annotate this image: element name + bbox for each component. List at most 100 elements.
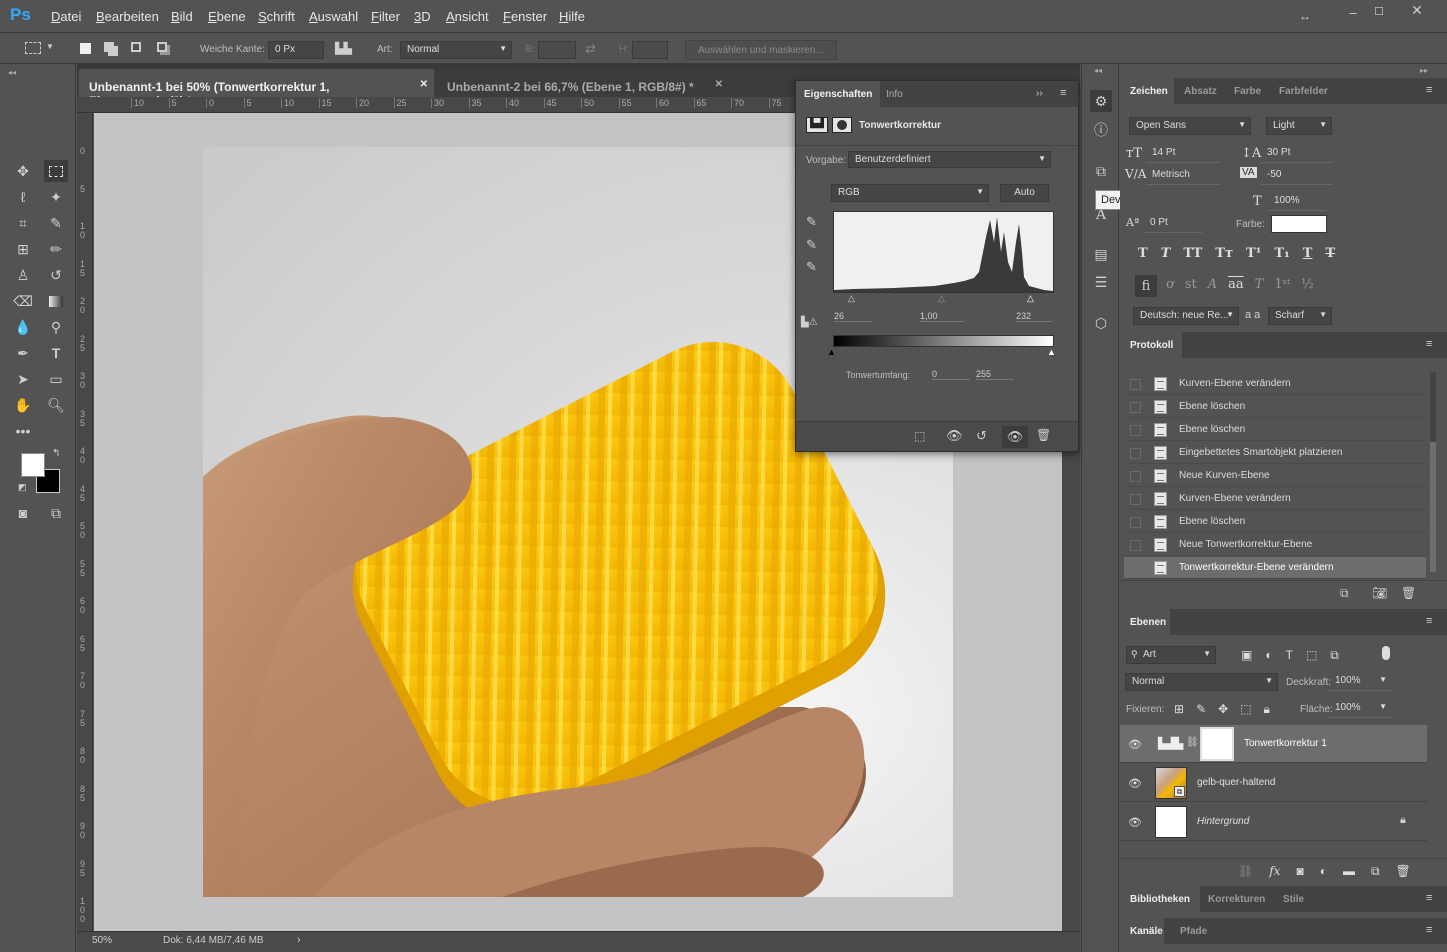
- output-white-value[interactable]: 255: [976, 369, 1014, 380]
- width-input[interactable]: [538, 41, 576, 59]
- small-caps-icon[interactable]: Tт: [1215, 246, 1233, 261]
- brush-tool-icon[interactable]: ✏: [44, 238, 68, 260]
- panel-menu-icon[interactable]: ≡: [1060, 87, 1066, 99]
- baseline-input[interactable]: 0 Pt: [1144, 215, 1202, 233]
- input-gray-slider-handle[interactable]: △: [938, 293, 945, 304]
- input-black-value[interactable]: 26: [834, 311, 872, 322]
- swash-icon[interactable]: st: [1185, 277, 1197, 292]
- black-eyedropper-icon[interactable]: ✎: [806, 214, 817, 230]
- marquee-tool-icon[interactable]: [44, 160, 68, 182]
- arrange-icon[interactable]: ↔: [1296, 9, 1314, 23]
- layer-row[interactable]: 👁︎ Hintergrund 🔒︎: [1120, 803, 1427, 841]
- document-size[interactable]: Dok: 6,44 MB/7,46 MB: [163, 935, 264, 946]
- close-tab-icon[interactable]: ✕: [420, 79, 428, 90]
- height-input[interactable]: [632, 41, 668, 59]
- gradient-tool-icon[interactable]: [44, 290, 68, 312]
- tab-protokoll[interactable]: Protokoll: [1130, 340, 1173, 351]
- new-layer-icon[interactable]: ⧉: [1371, 864, 1380, 879]
- tab-eigenschaften[interactable]: Eigenschaften: [796, 81, 881, 107]
- new-selection-icon[interactable]: [80, 43, 91, 54]
- filter-toggle-icon[interactable]: [1382, 646, 1390, 660]
- link-layers-icon[interactable]: ⛓: [1238, 864, 1253, 879]
- menu-3d[interactable]: 3D: [414, 9, 431, 24]
- auto-button[interactable]: Auto: [1000, 184, 1049, 202]
- menu-schrift[interactable]: Schrift: [258, 9, 295, 24]
- white-eyedropper-icon[interactable]: ✎: [806, 259, 817, 275]
- zoom-level[interactable]: 50%: [92, 935, 112, 946]
- preset-select[interactable]: Benutzerdefiniert ▼: [848, 151, 1051, 168]
- history-item[interactable]: Ebene löschen: [1124, 511, 1426, 533]
- trash-icon[interactable]: 🗑︎: [1036, 428, 1051, 442]
- lock-all-icon[interactable]: 🔒︎: [1264, 702, 1270, 717]
- add-selection-icon[interactable]: [104, 42, 114, 52]
- tab-pfade[interactable]: Pfade: [1180, 926, 1207, 937]
- type-tool-icon[interactable]: T: [44, 342, 68, 364]
- opacity-input[interactable]: 100% ▼: [1329, 673, 1391, 691]
- swap-colors-icon[interactable]: ↰: [52, 448, 60, 459]
- ornaments-icon[interactable]: T: [1255, 277, 1264, 292]
- history-brush-tool-icon[interactable]: ↺: [44, 264, 68, 286]
- gray-eyedropper-icon[interactable]: ✎: [806, 237, 817, 253]
- layer-mask-thumbnail[interactable]: [1200, 727, 1234, 761]
- paragraph-dock-icon[interactable]: ▤: [1090, 243, 1112, 265]
- output-black-slider-handle[interactable]: ▲: [827, 347, 836, 357]
- collapse-icon[interactable]: ◂◂: [8, 68, 16, 77]
- history-item[interactable]: Ebene löschen: [1124, 419, 1426, 441]
- tab-absatz[interactable]: Absatz: [1184, 86, 1217, 97]
- healing-tool-icon[interactable]: ⊞: [11, 238, 35, 260]
- new-group-icon[interactable]: ▬: [1343, 864, 1355, 879]
- style-select[interactable]: Normal ▼: [400, 41, 512, 59]
- trash-icon[interactable]: 🗑︎: [1396, 864, 1411, 879]
- clip-to-layer-icon[interactable]: ⬚: [914, 429, 925, 443]
- select-mask-button[interactable]: Auswählen und maskieren...: [685, 40, 837, 60]
- tab-unbenannt-1[interactable]: Unbenannt-1 bei 50% (Tonwertkorrektur 1,…: [79, 69, 434, 108]
- visibility-eye-icon[interactable]: 👁︎: [1128, 816, 1142, 829]
- input-black-slider-handle[interactable]: △: [848, 293, 855, 304]
- menu-ansicht[interactable]: Ansicht: [446, 9, 489, 24]
- pen-tool-icon[interactable]: ✒: [11, 342, 35, 364]
- leading-input[interactable]: 30 Pt: [1261, 145, 1333, 163]
- close-tab-icon[interactable]: ✕: [715, 79, 723, 90]
- ligatures-icon[interactable]: ﬁ: [1135, 275, 1157, 297]
- history-item-active[interactable]: Tonwertkorrektur-Ebene verändern: [1124, 557, 1426, 579]
- layer-name[interactable]: Tonwertkorrektur 1: [1244, 738, 1327, 749]
- trash-icon[interactable]: 🗑︎: [1401, 586, 1416, 600]
- hand-tool-icon[interactable]: ✋: [11, 394, 35, 416]
- close-icon[interactable]: ✕: [1408, 2, 1426, 18]
- superscript-icon[interactable]: T¹: [1246, 246, 1261, 261]
- tab-ebenen[interactable]: Ebenen: [1130, 617, 1166, 628]
- font-family-select[interactable]: Open Sans ▼: [1129, 117, 1251, 135]
- info-dock-icon[interactable]: ⓘ: [1090, 119, 1112, 141]
- expand-icon[interactable]: ››: [1036, 88, 1043, 99]
- tab-korrekturen[interactable]: Korrekturen: [1208, 894, 1265, 905]
- minimize-icon[interactable]: –: [1342, 5, 1364, 20]
- levels-icon[interactable]: ▙▟: [806, 117, 828, 133]
- filter-smartobject-icon[interactable]: ⧉: [1330, 648, 1339, 663]
- move-tool-icon[interactable]: ✥: [11, 160, 35, 182]
- soft-edge-input[interactable]: 0 Px: [268, 41, 324, 59]
- chevron-right-icon[interactable]: ›: [297, 934, 301, 946]
- subscript-icon[interactable]: T₁: [1274, 246, 1289, 261]
- lock-transparent-icon[interactable]: ⊞: [1174, 702, 1184, 717]
- link-icon[interactable]: ⛓: [1186, 737, 1199, 748]
- properties-dock-icon[interactable]: ⚙: [1090, 90, 1112, 112]
- intersect-selection-icon[interactable]: [157, 42, 167, 52]
- tab-zeichen[interactable]: Zeichen: [1130, 86, 1168, 97]
- marquee-tool-preset-icon[interactable]: [25, 42, 41, 54]
- filter-pixel-icon[interactable]: ▣: [1241, 648, 1252, 663]
- history-item[interactable]: Neue Kurven-Ebene: [1124, 465, 1426, 487]
- menu-ebene[interactable]: Ebene: [208, 9, 246, 24]
- tab-bibliotheken[interactable]: Bibliotheken: [1130, 894, 1190, 905]
- faux-italic-icon[interactable]: T: [1161, 246, 1171, 261]
- default-colors-icon[interactable]: ◩: [18, 482, 27, 493]
- snapshot-camera-icon[interactable]: 📷︎: [1372, 586, 1387, 600]
- visibility-eye-icon[interactable]: 👁︎: [1002, 426, 1028, 448]
- faux-bold-icon[interactable]: T: [1138, 246, 1148, 261]
- layer-filter-select[interactable]: ⚲ Art ▼: [1126, 646, 1216, 664]
- filter-type-icon[interactable]: T: [1286, 648, 1293, 663]
- all-caps-icon[interactable]: TT: [1183, 246, 1202, 261]
- chevron-down-icon[interactable]: ▼: [46, 42, 54, 51]
- layer-name[interactable]: Hintergrund: [1197, 816, 1249, 827]
- input-gamma-value[interactable]: 1,00: [920, 311, 964, 322]
- tab-info[interactable]: Info: [878, 81, 911, 107]
